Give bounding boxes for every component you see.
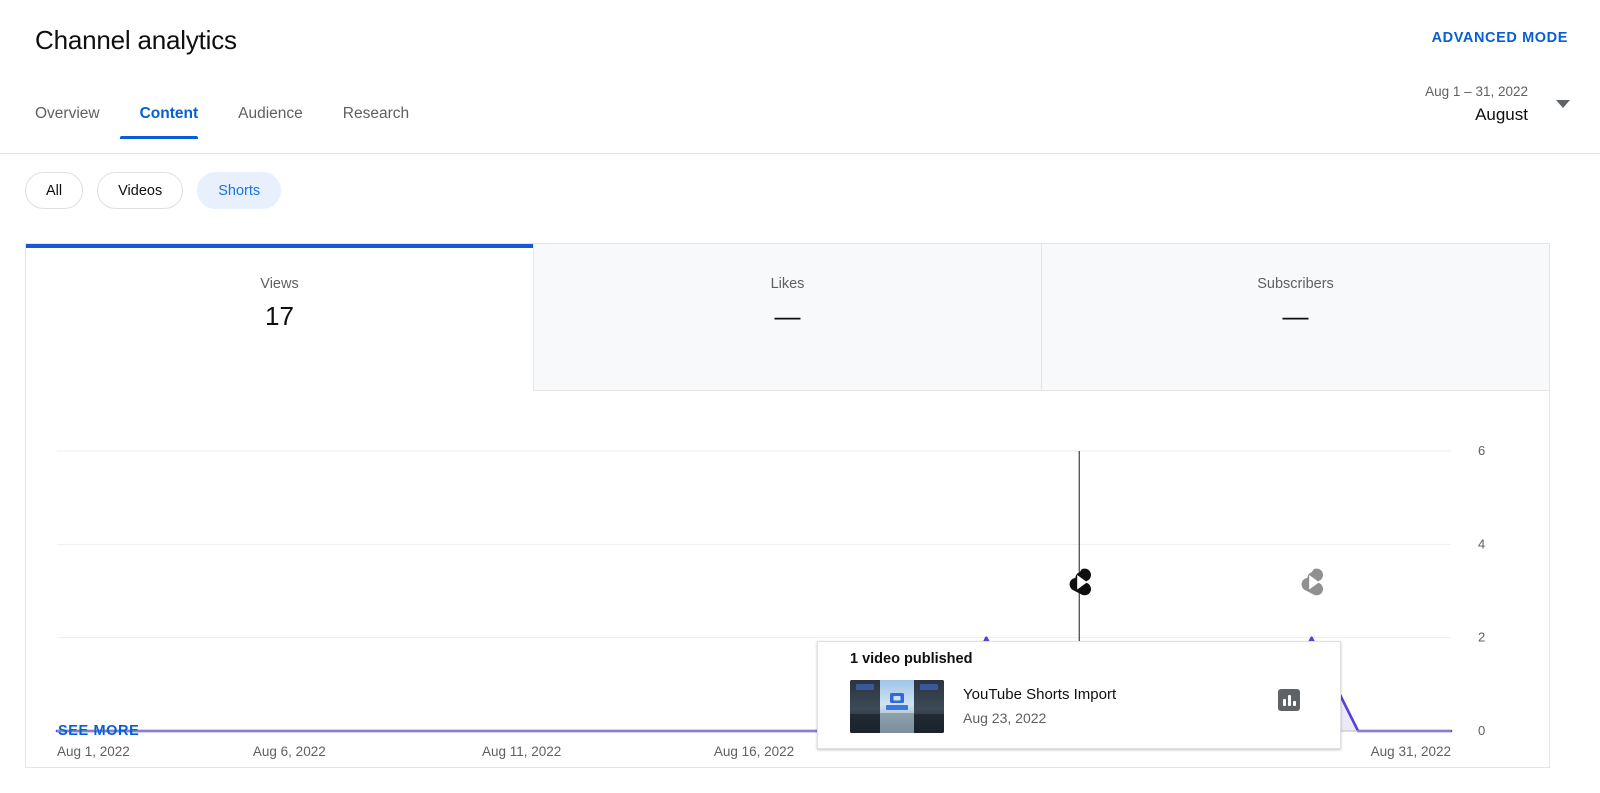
chip-videos[interactable]: Videos xyxy=(97,172,183,209)
x-axis-tick-label: Aug 31, 2022 xyxy=(1371,744,1451,759)
metric-tab-likes[interactable]: Likes — xyxy=(534,244,1042,391)
video-published-tooltip: 1 video published xyxy=(817,641,1341,749)
youtube-shorts-glyph xyxy=(1300,568,1324,598)
tooltip-video-date: Aug 23, 2022 xyxy=(963,710,1046,726)
advanced-mode-button[interactable]: ADVANCED MODE xyxy=(1432,30,1568,46)
date-range-subtitle: Aug 1 – 31, 2022 xyxy=(1425,82,1528,101)
analytics-tabs: Overview Content Audience Research xyxy=(35,105,429,139)
y-axis-tick-label: 0 xyxy=(1478,723,1485,738)
bar-chart-icon[interactable] xyxy=(1278,689,1300,711)
metric-value: — xyxy=(775,301,801,332)
metric-value: — xyxy=(1283,301,1309,332)
metric-label: Likes xyxy=(771,276,805,292)
metric-label: Subscribers xyxy=(1257,276,1334,292)
video-thumbnail-image xyxy=(850,680,944,733)
metric-value: 17 xyxy=(265,301,294,332)
x-axis-tick-label: Aug 11, 2022 xyxy=(482,744,561,759)
tab-research[interactable]: Research xyxy=(323,105,429,139)
bar-3 xyxy=(1293,701,1296,706)
bar-2 xyxy=(1288,695,1291,706)
y-axis-tick-label: 2 xyxy=(1478,630,1485,645)
youtube-shorts-icon[interactable] xyxy=(1068,568,1092,598)
content-type-filter: All Videos Shorts xyxy=(25,172,281,209)
page-header: Channel analytics ADVANCED MODE Aug 1 – … xyxy=(0,0,1600,154)
metric-label: Views xyxy=(260,276,298,292)
date-range-title: August xyxy=(1425,103,1528,127)
youtube-shorts-glyph xyxy=(1068,568,1092,598)
video-thumbnail[interactable] xyxy=(850,680,944,733)
metric-tab-subscribers[interactable]: Subscribers — xyxy=(1042,244,1549,391)
chip-shorts[interactable]: Shorts xyxy=(197,172,281,209)
youtube-shorts-icon[interactable] xyxy=(1300,568,1324,598)
active-indicator-bar xyxy=(534,244,1041,248)
chart-y-axis-labels: 0 2 4 6 xyxy=(1478,443,1485,738)
page-title: Channel analytics xyxy=(35,25,237,56)
tab-overview[interactable]: Overview xyxy=(35,105,120,139)
chip-all[interactable]: All xyxy=(25,172,83,209)
tooltip-title: 1 video published xyxy=(850,651,972,667)
active-indicator-bar xyxy=(1042,244,1549,248)
tooltip-video-row[interactable]: YouTube Shorts Import Aug 23, 2022 xyxy=(850,680,1328,738)
metric-tab-views[interactable]: Views 17 xyxy=(26,244,534,391)
x-axis-tick-label: Aug 1, 2022 xyxy=(57,744,130,759)
chevron-down-icon[interactable] xyxy=(1556,100,1570,108)
channel-analytics-page: Channel analytics ADVANCED MODE Aug 1 – … xyxy=(0,0,1600,793)
y-axis-tick-label: 6 xyxy=(1478,443,1485,458)
bar-1 xyxy=(1283,699,1286,706)
metric-tabs: Views 17 Likes — Subscribers — xyxy=(26,244,1549,391)
tab-content[interactable]: Content xyxy=(120,105,219,139)
see-more-button[interactable]: SEE MORE xyxy=(58,723,139,739)
tab-audience[interactable]: Audience xyxy=(218,105,323,139)
x-axis-tick-label: Aug 6, 2022 xyxy=(253,744,326,759)
x-axis-tick-label: Aug 16, 2022 xyxy=(714,744,794,759)
tooltip-video-title[interactable]: YouTube Shorts Import xyxy=(963,686,1116,703)
active-indicator-bar xyxy=(26,244,533,248)
chart-gridlines xyxy=(57,451,1451,638)
date-range-selector[interactable]: Aug 1 – 31, 2022 August xyxy=(1425,82,1528,127)
y-axis-tick-label: 4 xyxy=(1478,536,1485,551)
